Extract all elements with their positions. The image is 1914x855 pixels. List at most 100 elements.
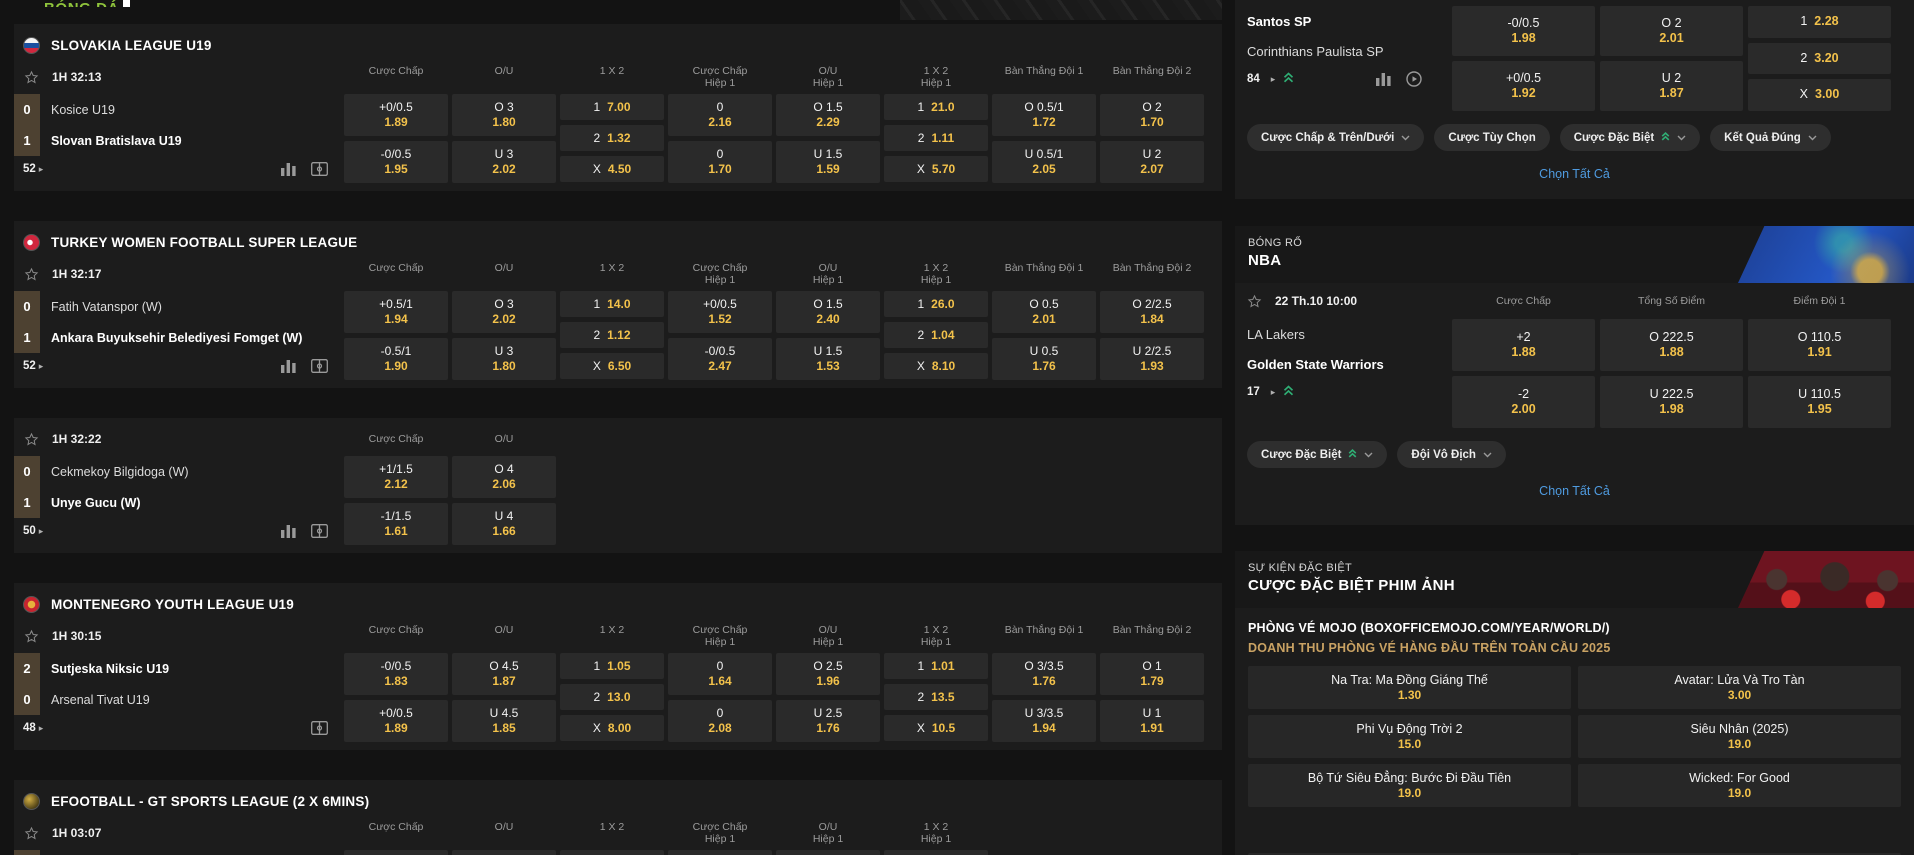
movie-bet-cell[interactable]: Siêu Nhân (2025)19.0 — [1578, 715, 1901, 758]
odds-cell[interactable]: U 3/3.51.94 — [992, 700, 1096, 742]
odds-cell[interactable]: 213.5 — [884, 684, 988, 710]
filter-pill[interactable]: Cược Tùy Chọn — [1434, 124, 1549, 151]
odds-cell[interactable]: O 4.5 — [452, 850, 556, 855]
odds-cell[interactable]: 11.61 — [560, 850, 664, 855]
odds-cell[interactable]: O 4.51.87 — [452, 653, 556, 695]
play-icon[interactable] — [1406, 71, 1422, 87]
league-title[interactable]: EFOOTBALL - GT SPORTS LEAGUE (2 X 6MINS) — [51, 794, 369, 809]
movie-bet-cell[interactable]: Wicked: For Good19.0 — [1578, 764, 1901, 807]
odds-cell[interactable]: O 22.01 — [1600, 6, 1743, 56]
pitch-icon[interactable] — [311, 524, 328, 538]
odds-cell[interactable]: O 31.80 — [452, 94, 556, 136]
odds-cell[interactable]: 02.08 — [668, 700, 772, 742]
odds-cell[interactable]: U 32.02 — [452, 141, 556, 183]
filter-pill[interactable]: Cược Đặc Biệt — [1247, 441, 1387, 468]
odds-cell[interactable]: U 110.51.95 — [1748, 376, 1891, 428]
pitch-icon[interactable] — [311, 721, 328, 735]
sport-tab-label[interactable]: BÓNG ĐÁ — [44, 0, 119, 7]
odds-cell[interactable]: 21.11 — [884, 125, 988, 151]
odds-cell[interactable]: 01.70 — [668, 141, 772, 183]
odds-cell[interactable]: +0.5/11.94 — [344, 291, 448, 333]
odds-cell[interactable]: X3.00 — [1748, 79, 1891, 111]
odds-cell[interactable]: +0/0.51.89 — [344, 94, 448, 136]
odds-cell[interactable]: X6.50 — [560, 353, 664, 379]
select-all-link[interactable]: Chọn Tất Cả — [1235, 167, 1914, 181]
odds-cell[interactable]: O 1.52.40 — [776, 291, 880, 333]
more-markets-row[interactable]: 84▸ — [1247, 66, 1452, 92]
odds-cell[interactable]: -1/1.51.61 — [344, 503, 448, 545]
odds-cell[interactable]: U 31.80 — [452, 338, 556, 380]
favorite-star-icon[interactable] — [24, 432, 39, 447]
odds-cell[interactable]: O 2/2.51.84 — [1100, 291, 1204, 333]
odds-cell[interactable]: +21.88 — [1452, 319, 1595, 371]
odds-cell[interactable]: U 222.51.98 — [1600, 376, 1743, 428]
odds-cell[interactable]: 0 — [668, 850, 772, 855]
filter-pill[interactable]: Cược Chấp & Trên/Dưới — [1247, 124, 1424, 151]
select-all-link[interactable]: Chọn Tất Cả — [1235, 484, 1914, 498]
odds-cell[interactable]: X4.50 — [560, 156, 664, 182]
odds-cell[interactable]: X8.00 — [560, 715, 664, 741]
odds-cell[interactable]: U 11.91 — [1100, 700, 1204, 742]
odds-cell[interactable]: +0/0.51.52 — [668, 291, 772, 333]
odds-cell[interactable]: +0/0.51.92 — [1452, 61, 1595, 111]
odds-cell[interactable]: 11.05 — [560, 653, 664, 679]
odds-cell[interactable]: 21.04 — [884, 322, 988, 348]
odds-cell[interactable]: -0/0.52.47 — [668, 338, 772, 380]
odds-cell[interactable]: O 110.51.91 — [1748, 319, 1891, 371]
odds-cell[interactable]: 126.0 — [884, 291, 988, 317]
league-title[interactable]: MONTENEGRO YOUTH LEAGUE U19 — [51, 597, 294, 612]
movie-bet-cell[interactable]: Na Tra: Ma Đồng Giáng Thế1.30 — [1248, 666, 1571, 709]
favorite-star-icon[interactable] — [24, 629, 39, 644]
odds-cell[interactable]: U 22.07 — [1100, 141, 1204, 183]
odds-cell[interactable]: O 222.51.88 — [1600, 319, 1743, 371]
odds-cell[interactable]: 17.00 — [560, 94, 664, 120]
odds-cell[interactable]: U 0.51.76 — [992, 338, 1096, 380]
favorite-star-icon[interactable] — [24, 70, 39, 85]
bar-chart-icon[interactable] — [1376, 72, 1391, 86]
odds-cell[interactable]: X8.10 — [884, 353, 988, 379]
odds-cell[interactable]: O 3/3.51.76 — [992, 653, 1096, 695]
odds-cell[interactable]: 02.16 — [668, 94, 772, 136]
odds-cell[interactable]: O 0.5/11.72 — [992, 94, 1096, 136]
odds-cell[interactable]: 114.0 — [560, 291, 664, 317]
odds-cell[interactable]: U 21.87 — [1600, 61, 1743, 111]
more-markets-row[interactable]: 50▸ — [14, 518, 344, 544]
odds-cell[interactable]: U 41.66 — [452, 503, 556, 545]
bar-chart-icon[interactable] — [281, 524, 296, 538]
more-markets-row[interactable]: 17▸ — [1247, 379, 1452, 405]
odds-cell[interactable]: O 32.02 — [452, 291, 556, 333]
odds-cell[interactable]: U 2.51.76 — [776, 700, 880, 742]
odds-cell[interactable]: 01.64 — [668, 653, 772, 695]
more-markets-row[interactable]: 52▸ — [14, 353, 344, 379]
favorite-star-icon[interactable] — [1247, 294, 1262, 309]
odds-cell[interactable]: -0/0.51.83 — [344, 653, 448, 695]
filter-pill[interactable]: Cược Đặc Biệt — [1560, 124, 1700, 151]
odds-cell[interactable]: 11.01 — [884, 653, 988, 679]
bar-chart-icon[interactable] — [281, 162, 296, 176]
odds-cell[interactable]: +0/0.51.89 — [344, 700, 448, 742]
odds-cell[interactable]: O 11.79 — [1100, 653, 1204, 695]
pitch-icon[interactable] — [311, 359, 328, 373]
odds-cell[interactable]: O 42.06 — [452, 456, 556, 498]
odds-cell[interactable]: +0/0.5 — [344, 850, 448, 855]
odds-cell[interactable]: X10.5 — [884, 715, 988, 741]
filter-pill[interactable]: Kết Quả Đúng — [1710, 124, 1831, 151]
odds-cell[interactable]: O 2.51.96 — [776, 653, 880, 695]
odds-cell[interactable]: U 4.51.85 — [452, 700, 556, 742]
odds-cell[interactable]: -0/0.51.98 — [1452, 6, 1595, 56]
odds-cell[interactable]: O 2/2.5 — [776, 850, 880, 855]
odds-cell[interactable]: U 1.51.59 — [776, 141, 880, 183]
odds-cell[interactable]: U 0.5/12.05 — [992, 141, 1096, 183]
odds-cell[interactable]: U 2/2.51.93 — [1100, 338, 1204, 380]
odds-cell[interactable]: -0.5/11.90 — [344, 338, 448, 380]
odds-cell[interactable]: O 1.52.29 — [776, 94, 880, 136]
league-title[interactable]: SLOVAKIA LEAGUE U19 — [51, 38, 212, 53]
odds-cell[interactable]: X5.70 — [884, 156, 988, 182]
odds-cell[interactable]: 12.28 — [1748, 6, 1891, 38]
filter-pill[interactable]: Đội Vô Địch — [1397, 441, 1506, 468]
odds-cell[interactable]: O 21.70 — [1100, 94, 1204, 136]
odds-cell[interactable]: +1/1.52.12 — [344, 456, 448, 498]
odds-cell[interactable]: U 1.51.53 — [776, 338, 880, 380]
bar-chart-icon[interactable] — [281, 359, 296, 373]
more-markets-row[interactable]: 52▸ — [14, 156, 344, 182]
